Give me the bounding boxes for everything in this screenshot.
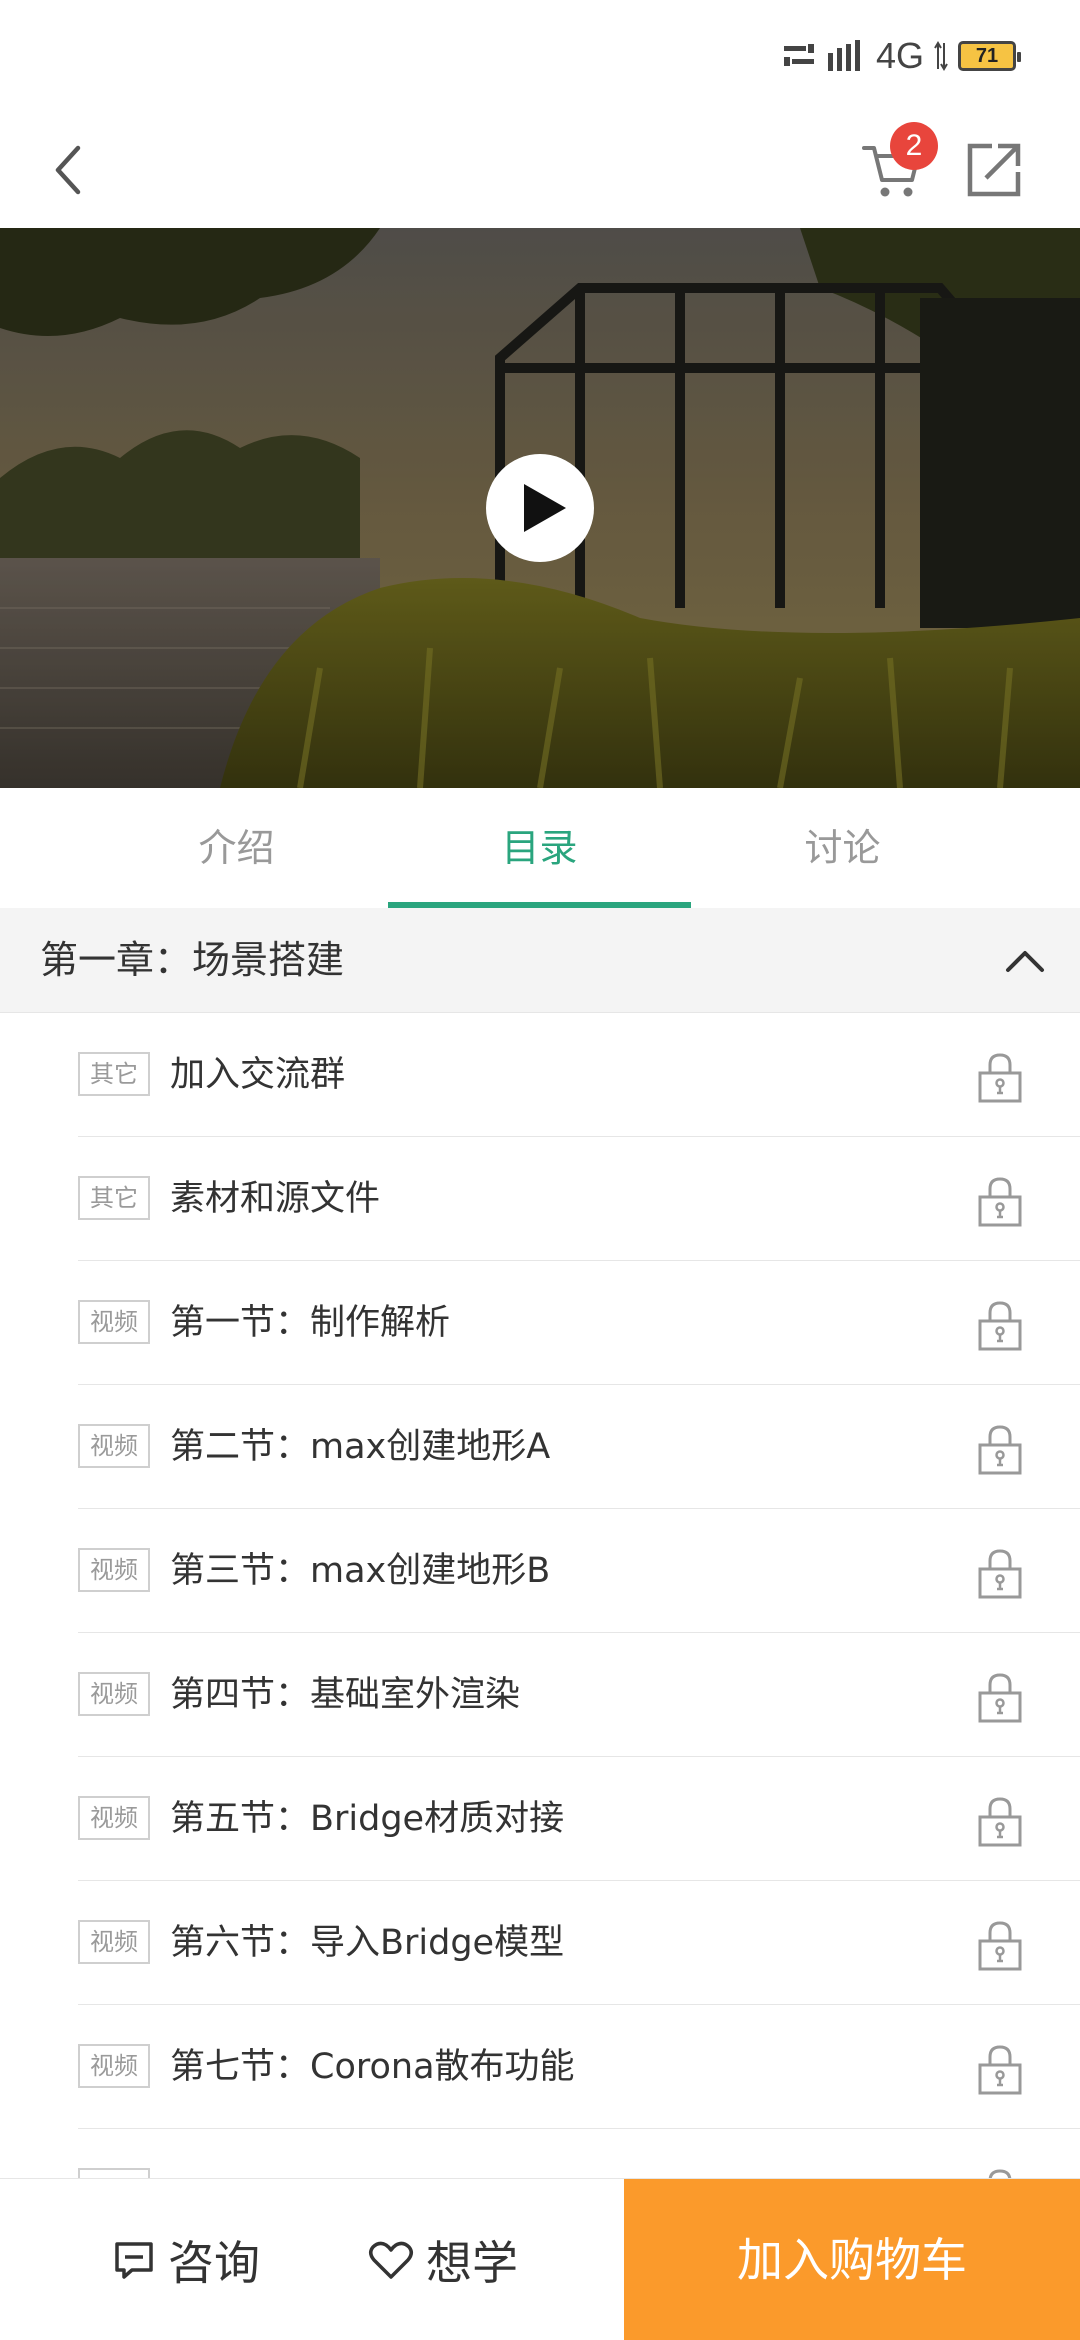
lock-icon: [988, 2169, 1012, 2178]
lesson-title: 第六节：导入Bridge模型: [170, 1923, 565, 1963]
course-tabs: 介绍 目录 讨论: [0, 788, 1080, 908]
wish-button[interactable]: 想学: [368, 2179, 518, 2340]
lock-icon: [978, 1053, 1022, 1103]
lesson-title: 第五节：Bridge材质对接: [170, 1799, 565, 1839]
list-item[interactable]: 视频 第四节：基础室外渲染: [78, 1633, 1080, 1757]
chapter-title: 第一章：场景搭建: [40, 938, 345, 982]
list-item[interactable]: 其它 素材和源文件: [78, 1137, 1080, 1261]
lesson-title: 第一节：制作解析: [170, 1303, 451, 1343]
course-video-cover[interactable]: [0, 228, 1080, 788]
lesson-type-tag: 视频: [78, 1920, 150, 1964]
lesson-type-tag: [78, 2168, 150, 2178]
lesson-type-tag: 视频: [78, 1300, 150, 1344]
play-icon: [524, 484, 566, 532]
status-icons: 4G 71: [782, 35, 1021, 76]
signal-icon: [827, 40, 860, 71]
data-transfer-icon: [783, 44, 814, 66]
lock-icon: [978, 1177, 1022, 1227]
add-to-cart-button[interactable]: 加入购物车: [624, 2179, 1080, 2340]
bottom-action-bar: 咨询 想学 加入购物车: [0, 2178, 1080, 2340]
lock-icon: [978, 1549, 1022, 1599]
list-item[interactable]: 其它 加入交流群: [78, 1013, 1080, 1137]
network-type: 4G: [875, 35, 924, 76]
lock-icon: [978, 1673, 1022, 1723]
lesson-type-tag: 其它: [78, 1052, 150, 1096]
consult-label: 咨询: [168, 2236, 260, 2290]
wish-label: 想学: [426, 2236, 518, 2290]
battery-level: 71: [975, 44, 999, 67]
play-button[interactable]: [486, 454, 594, 562]
lesson-type-tag: 视频: [78, 1548, 150, 1592]
lesson-type-tag: 其它: [78, 1176, 150, 1220]
lock-icon: [978, 1301, 1022, 1351]
share-icon[interactable]: [962, 138, 1026, 202]
cart-count-badge: 2: [890, 122, 938, 170]
tab-intro[interactable]: 介绍: [85, 788, 388, 908]
list-item[interactable]: 视频 第一节：制作解析: [78, 1261, 1080, 1385]
back-arrow-icon[interactable]: [38, 138, 102, 202]
list-item[interactable]: 视频 第六节：导入Bridge模型: [78, 1881, 1080, 2005]
lesson-title: 加入交流群: [170, 1055, 346, 1095]
lesson-title: 第三节：max创建地形B: [170, 1551, 551, 1591]
tab-discussion[interactable]: 讨论: [691, 788, 994, 908]
data-arrows-icon: [934, 41, 948, 71]
top-nav: 2: [0, 110, 1080, 228]
lesson-title: 第四节：基础室外渲染: [170, 1675, 521, 1715]
lock-icon: [978, 2045, 1022, 2095]
consult-button[interactable]: 咨询: [112, 2179, 260, 2340]
battery-icon: 71: [958, 41, 1021, 71]
chevron-up-icon[interactable]: [1000, 936, 1050, 986]
list-item[interactable]: 视频 第五节：Bridge材质对接: [78, 1757, 1080, 1881]
list-item[interactable]: 视频 第三节：max创建地形B: [78, 1509, 1080, 1633]
lesson-title: 第七节：Corona散布功能: [170, 2047, 575, 2087]
heart-icon: [369, 2241, 413, 2279]
chat-bubble-icon: [115, 2242, 153, 2279]
lesson-list: 其它 加入交流群 其它 素材和源文件 视频 第一节：制作解析 视频 第二节：ma…: [0, 1013, 1080, 2178]
status-bar: 4G 71: [0, 0, 1080, 110]
chapter-header[interactable]: 第一章：场景搭建: [0, 908, 1080, 1013]
list-item-partial[interactable]: [78, 2129, 1080, 2178]
lesson-type-tag: 视频: [78, 1424, 150, 1468]
lesson-title: 第二节：max创建地形A: [170, 1427, 551, 1467]
tab-catalog[interactable]: 目录: [388, 788, 691, 908]
lock-icon: [978, 1425, 1022, 1475]
lesson-type-tag: 视频: [78, 1796, 150, 1840]
course-detail-page: 4G 71 2 介绍 目录 讨论 第一章：场景搭建 其它 加入交流群 其它 素材…: [0, 0, 1080, 2340]
lesson-title: 素材和源文件: [170, 1179, 381, 1219]
list-item[interactable]: 视频 第七节：Corona散布功能: [78, 2005, 1080, 2129]
lesson-type-tag: 视频: [78, 2044, 150, 2088]
lock-icon: [978, 1797, 1022, 1847]
lesson-type-tag: 视频: [78, 1672, 150, 1716]
lock-icon: [978, 1921, 1022, 1971]
list-item[interactable]: 视频 第二节：max创建地形A: [78, 1385, 1080, 1509]
